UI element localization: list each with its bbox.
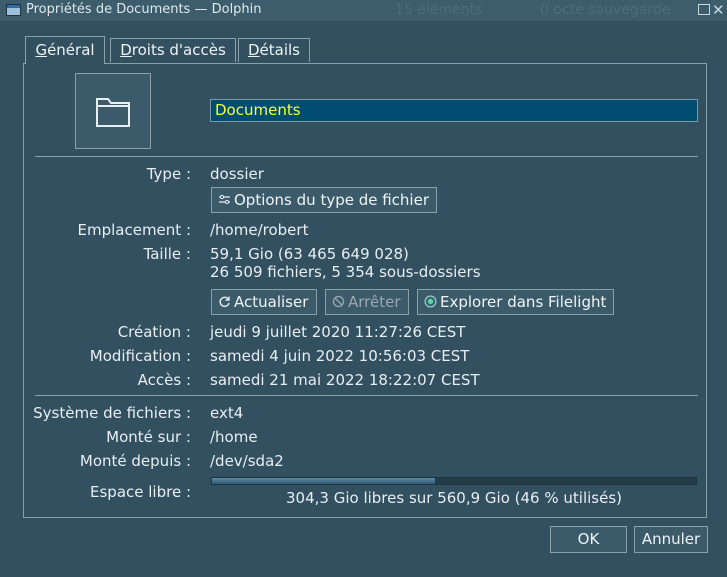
created-label: Création : [117, 323, 191, 341]
created-value: jeudi 9 juillet 2020 11:27:26 CEST [210, 323, 466, 341]
stop-icon [332, 295, 345, 308]
app-icon [6, 4, 21, 16]
tab-general[interactable]: Général [25, 36, 105, 64]
stop-label: Arrêter [348, 293, 401, 311]
type-value: dossier [210, 165, 264, 183]
size-detail: 26 509 fichiers, 5 354 sous-dossiers [210, 263, 481, 281]
tab-details-label: étails [259, 41, 300, 59]
file-type-options-label: Options du type de fichier [234, 191, 429, 209]
mounted-on-value: /home [210, 428, 258, 446]
type-label: Type : [146, 165, 191, 183]
name-field[interactable]: Documents [210, 99, 698, 122]
mounted-on-label: Monté sur : [106, 428, 191, 446]
title-bar[interactable]: Propriétés de Documents — Dolphin 15 élé… [0, 0, 727, 21]
folder-icon-button[interactable] [75, 73, 151, 149]
filesystem-value: ext4 [210, 404, 244, 422]
tab-permissions-mnemonic: D [120, 41, 132, 59]
tab-general-label: énéral [47, 41, 95, 59]
size-label: Taille : [143, 245, 191, 263]
free-space-text: 304,3 Gio libres sur 560,9 Gio (46 % uti… [286, 489, 622, 507]
tab-general-mnemonic: G [35, 41, 48, 59]
mounted-from-value: /dev/sda2 [210, 452, 284, 470]
tab-details[interactable]: Détails [238, 38, 310, 62]
ok-button[interactable]: OK [550, 526, 627, 553]
location-label: Emplacement : [77, 221, 192, 239]
background-window-text: 0 octe sauvegarde [540, 2, 671, 18]
maximize-icon[interactable] [698, 4, 710, 15]
refresh-icon [219, 296, 230, 307]
free-space-label: Espace libre : [90, 483, 191, 501]
filelight-icon [424, 295, 437, 308]
disk-usage-fill [212, 478, 435, 484]
close-icon[interactable]: ✕ [712, 0, 726, 20]
refresh-button[interactable]: Actualiser [211, 289, 317, 315]
accessed-label: Accès : [137, 371, 191, 389]
location-value: /home/robert [210, 221, 309, 239]
tab-details-mnemonic: D [247, 41, 260, 59]
disk-usage-bar [211, 477, 697, 485]
size-value: 59,1 Gio (63 465 649 028) [210, 245, 409, 263]
filelight-button[interactable]: Explorer dans Filelight [417, 289, 614, 315]
separator [35, 156, 698, 157]
refresh-label: Actualiser [234, 293, 309, 311]
stop-button[interactable]: Arrêter [325, 289, 409, 315]
mounted-from-label: Monté depuis : [79, 452, 191, 470]
folder-icon [96, 98, 130, 127]
separator [35, 395, 698, 396]
filelight-label: Explorer dans Filelight [440, 293, 607, 311]
cancel-button[interactable]: Annuler [634, 526, 708, 553]
tab-permissions-label: roits d'accès [131, 41, 226, 59]
modified-value: samedi 4 juin 2022 10:56:03 CEST [210, 347, 470, 365]
settings-sliders-icon [219, 194, 230, 205]
filesystem-label: Système de fichiers : [33, 404, 191, 422]
modified-label: Modification : [89, 347, 191, 365]
file-type-options-button[interactable]: Options du type de fichier [211, 187, 437, 213]
background-window-text: 15 éléments [395, 2, 483, 18]
window-title: Propriétés de Documents — Dolphin [26, 2, 262, 17]
accessed-value: samedi 21 mai 2022 18:22:07 CEST [210, 371, 480, 389]
tab-permissions[interactable]: Droits d'accès [110, 38, 236, 62]
